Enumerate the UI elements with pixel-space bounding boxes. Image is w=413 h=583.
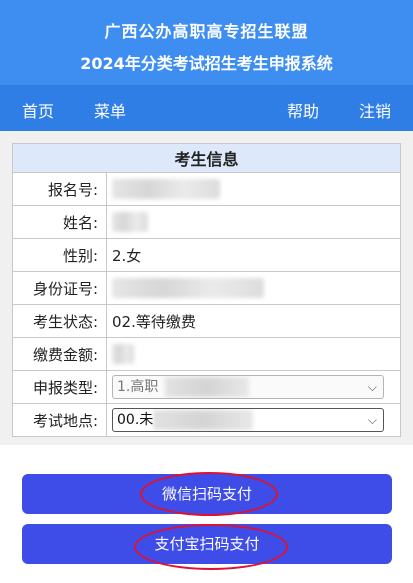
gender-value: 2.女 — [106, 238, 401, 272]
alipay-button[interactable]: 支付宝扫码支付 — [22, 524, 392, 564]
fee-label: 缴费金额: — [12, 337, 107, 371]
redacted-reg-no — [112, 179, 220, 199]
name-label: 姓名: — [12, 205, 107, 239]
redacted-exam-site — [153, 410, 253, 430]
table-row: 考试地点: 00.未 ⌵ — [12, 403, 401, 437]
redacted-apply-type — [165, 377, 249, 397]
app-header: 广西公办高职高专招生联盟 2024年分类考试招生考生申报系统 — [0, 0, 413, 85]
table-row: 性别: 2.女 — [12, 238, 401, 272]
name-value — [106, 205, 401, 239]
apply-type-selected: 1.高职 — [117, 379, 159, 395]
header-title-line1: 广西公办高职高专招生联盟 — [104, 22, 309, 41]
reg-no-label: 报名号: — [12, 172, 107, 206]
header-title-line2: 2024年分类考试招生考生申报系统 — [80, 54, 333, 73]
status-label: 考生状态: — [12, 304, 107, 338]
student-info-table: 考生信息 报名号: 姓名: 性别: 2.女 身份证号: 考生状态: 02.等待缴… — [12, 143, 401, 437]
chevron-down-icon: ⌵ — [367, 380, 377, 394]
table-row: 姓名: — [12, 205, 401, 239]
redacted-fee — [112, 344, 134, 364]
table-row: 缴费金额: — [12, 337, 401, 371]
id-number-value — [106, 271, 401, 305]
info-table-title: 考生信息 — [12, 143, 401, 173]
table-row: 申报类型: 1.高职 ⌵ — [12, 370, 401, 404]
id-number-label: 身份证号: — [12, 271, 107, 305]
info-panel: 考生信息 报名号: 姓名: 性别: 2.女 身份证号: 考生状态: 02.等待缴… — [0, 131, 413, 445]
reg-no-value — [106, 172, 401, 206]
status-value: 02.等待缴费 — [106, 304, 401, 338]
fee-value — [106, 337, 401, 371]
apply-type-select[interactable]: 1.高职 ⌵ — [112, 375, 384, 399]
exam-site-label: 考试地点: — [12, 403, 107, 437]
gender-label: 性别: — [12, 238, 107, 272]
nav-help-link[interactable]: 帮助 — [287, 98, 319, 122]
table-row: 身份证号: — [12, 271, 401, 305]
exam-site-select[interactable]: 00.未 ⌵ — [112, 408, 384, 432]
wechat-pay-button[interactable]: 微信扫码支付 — [22, 474, 392, 514]
redacted-id-number — [112, 278, 264, 298]
chevron-down-icon: ⌵ — [367, 413, 377, 427]
table-row: 报名号: — [12, 172, 401, 206]
exam-site-cell: 00.未 ⌵ — [106, 403, 401, 437]
nav-home-link[interactable]: 首页 — [22, 98, 54, 122]
page: 广西公办高职高专招生联盟 2024年分类考试招生考生申报系统 首页 菜单 帮助 … — [0, 0, 413, 583]
table-row: 考生状态: 02.等待缴费 — [12, 304, 401, 338]
redacted-name — [112, 212, 148, 232]
exam-site-selected: 00.未 — [117, 412, 154, 428]
nav-bar: 首页 菜单 帮助 注销 — [0, 85, 413, 131]
apply-type-cell: 1.高职 ⌵ — [106, 370, 401, 404]
nav-logout-link[interactable]: 注销 — [359, 98, 391, 122]
apply-type-label: 申报类型: — [12, 370, 107, 404]
nav-menu-link[interactable]: 菜单 — [94, 98, 126, 122]
